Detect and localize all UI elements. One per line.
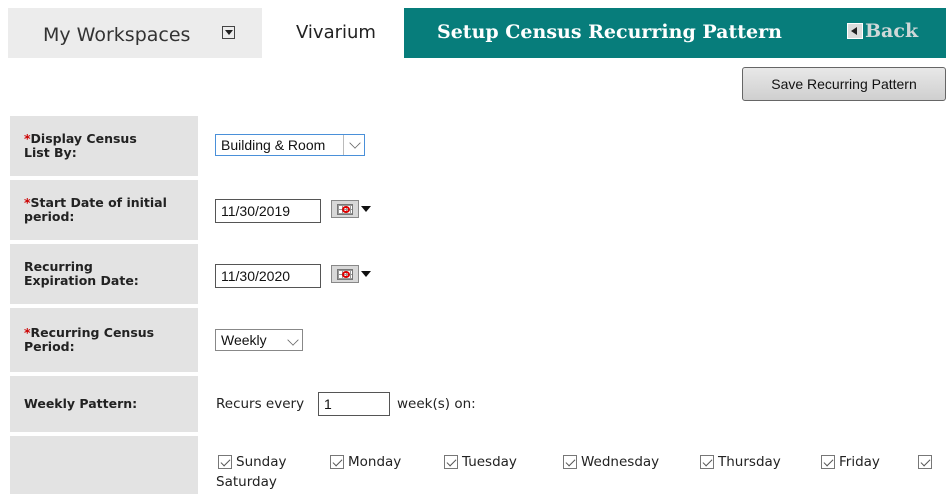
day-label: Tuesday (462, 454, 517, 470)
dropdown-arrow-icon (361, 206, 371, 212)
label-line: Recurring (24, 259, 93, 274)
back-label: Back (865, 20, 919, 42)
start-date-calendar-button[interactable] (331, 199, 373, 221)
period-label: *Recurring Census Period: (24, 326, 154, 354)
weekly-pattern-label-cell: Weekly Pattern: (10, 376, 198, 432)
day-checkbox-monday[interactable]: Monday (330, 452, 401, 472)
expiration-label-cell: Recurring Expiration Date: (10, 244, 198, 304)
dropdown-arrow-icon[interactable] (222, 26, 235, 39)
recurs-every-text: Recurs every (216, 396, 305, 412)
period-select[interactable]: Weekly (215, 329, 303, 351)
day-checkbox-tuesday[interactable]: Tuesday (444, 452, 517, 472)
checkbox-checked-icon[interactable] (918, 455, 932, 469)
day-checkbox-thursday[interactable]: Thursday (700, 452, 781, 472)
display-by-value: Building & Room (221, 137, 326, 153)
day-label: Thursday (718, 454, 781, 470)
weekly-pattern-label: Weekly Pattern: (24, 396, 138, 411)
display-by-label: *Display Census List By: (24, 132, 137, 160)
tab-vivarium[interactable]: Vivarium (296, 22, 376, 43)
day-label: Wednesday (581, 454, 660, 470)
top-navigation-bar: My Workspaces Vivarium Setup Census Recu… (0, 0, 946, 58)
day-checkbox-saturday-box[interactable] (918, 452, 936, 472)
checkbox-checked-icon[interactable] (563, 455, 577, 469)
display-by-select[interactable]: Building & Room (215, 134, 365, 156)
display-by-label-cell: *Display Census List By: (10, 116, 198, 176)
checkbox-checked-icon[interactable] (330, 455, 344, 469)
day-label: Friday (839, 454, 880, 470)
chevron-down-icon (287, 334, 299, 346)
period-value: Weekly (221, 332, 267, 348)
calendar-icon (331, 265, 359, 283)
checkbox-checked-icon[interactable] (218, 455, 232, 469)
day-checkbox-sunday[interactable]: Sunday (218, 452, 287, 472)
back-arrow-icon (847, 23, 863, 39)
day-checkbox-wednesday[interactable]: Wednesday (563, 452, 659, 472)
label-line: Recurring Census (30, 325, 155, 340)
label-line: Expiration Date: (24, 273, 139, 288)
label-line: Display Census (30, 131, 137, 146)
page-header: Setup Census Recurring Pattern Back (404, 8, 946, 58)
days-label-cell (10, 436, 198, 494)
label-line: Start Date of initial (30, 195, 167, 210)
expiration-label: Recurring Expiration Date: (24, 260, 139, 288)
save-recurring-pattern-button[interactable]: Save Recurring Pattern (742, 67, 946, 101)
expiration-calendar-button[interactable] (331, 264, 373, 286)
day-label: Sunday (236, 454, 287, 470)
start-date-label-cell: *Start Date of initial period: (10, 180, 198, 240)
start-date-label: *Start Date of initial period: (24, 196, 167, 224)
label-line: Period: (24, 339, 75, 354)
period-label-cell: *Recurring Census Period: (10, 308, 198, 372)
checkbox-checked-icon[interactable] (700, 455, 714, 469)
dropdown-arrow-icon (361, 271, 371, 277)
workspaces-label: My Workspaces (43, 24, 191, 46)
label-line: List By: (24, 145, 77, 160)
calendar-icon (331, 200, 359, 218)
expiration-date-input[interactable]: 11/30/2020 (215, 264, 321, 288)
recurs-every-input[interactable]: 1 (318, 392, 390, 416)
checkbox-checked-icon[interactable] (444, 455, 458, 469)
page-title: Setup Census Recurring Pattern (437, 21, 782, 43)
weeks-on-text: week(s) on: (397, 396, 476, 412)
start-date-input[interactable]: 11/30/2019 (215, 199, 321, 223)
label-line: period: (24, 209, 75, 224)
day-label: Monday (348, 454, 402, 470)
day-label-saturday: Saturday (216, 474, 277, 490)
checkbox-checked-icon[interactable] (821, 455, 835, 469)
day-checkbox-friday[interactable]: Friday (821, 452, 880, 472)
workspaces-menu[interactable]: My Workspaces (8, 8, 262, 58)
